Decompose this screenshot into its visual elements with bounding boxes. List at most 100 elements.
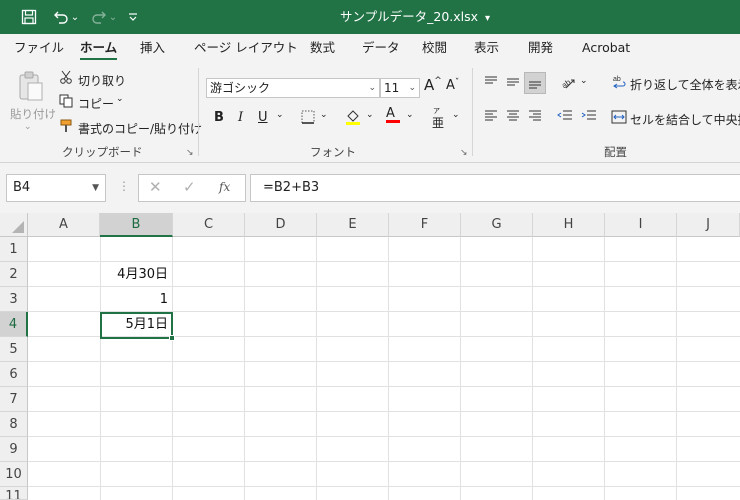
copy-button[interactable]: コピー: [78, 95, 114, 112]
tab-view[interactable]: 表示: [474, 34, 499, 62]
wrap-text-button[interactable]: 折り返して全体を表示す: [630, 76, 740, 93]
format-painter-button[interactable]: 書式のコピー/貼り付け: [78, 120, 202, 137]
column-header-a[interactable]: A: [28, 213, 100, 237]
bold-button[interactable]: B: [214, 110, 224, 125]
tab-review[interactable]: 校閲: [422, 34, 447, 62]
row-header-2[interactable]: 2: [0, 262, 28, 287]
undo-icon[interactable]: [50, 0, 72, 34]
formula-bar: B4 ▼ ⋮ ✕ ✓ fx =B2+B3: [0, 163, 740, 213]
chevron-down-icon[interactable]: ▼: [92, 175, 99, 201]
gridline: [28, 411, 740, 412]
column-header-h[interactable]: H: [533, 213, 605, 237]
orientation-icon[interactable]: ab: [558, 74, 578, 94]
column-header-e[interactable]: E: [317, 213, 389, 237]
align-right-icon[interactable]: [526, 110, 544, 126]
row-header-9[interactable]: 9: [0, 437, 28, 462]
merge-center-button[interactable]: セルを結合して中央揃え: [630, 111, 740, 128]
orientation-dropdown-icon[interactable]: ⌄: [580, 76, 588, 86]
formula-bar-grip-icon[interactable]: ⋮: [118, 179, 130, 193]
column-header-c[interactable]: C: [173, 213, 245, 237]
merge-center-icon[interactable]: [610, 110, 628, 128]
font-color-button[interactable]: A: [386, 106, 400, 123]
grow-font-button[interactable]: A^: [424, 76, 442, 94]
shrink-font-button[interactable]: Aˇ: [446, 78, 459, 93]
align-bottom-icon[interactable]: [524, 72, 546, 94]
ribbon: 貼り付け ⌄ 切り取り コピー ⌄ 書式のコピー/貼り付け クリップボード ↘ …: [0, 62, 740, 163]
phonetic-dropdown-icon[interactable]: ⌄: [452, 110, 460, 120]
column-header-i[interactable]: I: [605, 213, 677, 237]
tab-file[interactable]: ファイル: [14, 34, 64, 62]
format-painter-icon[interactable]: [58, 119, 74, 137]
name-box-value: B4: [13, 180, 31, 195]
borders-dropdown-icon[interactable]: ⌄: [320, 110, 328, 120]
tab-data[interactable]: データ: [362, 34, 400, 62]
select-all-corner[interactable]: [0, 213, 28, 237]
caret-down-icon: ˇ: [454, 78, 460, 88]
row-header-6[interactable]: 6: [0, 362, 28, 387]
copy-dropdown-icon[interactable]: ⌄: [116, 94, 124, 104]
column-header-j[interactable]: J: [677, 213, 740, 237]
phonetic-button[interactable]: ア亜: [432, 108, 444, 131]
column-header-g[interactable]: G: [461, 213, 533, 237]
ribbon-tabs: ファイル ホーム 挿入 ページ レイアウト 数式 データ 校閲 表示 開発 Ac…: [0, 34, 740, 62]
fill-color-dropdown-icon[interactable]: ⌄: [366, 110, 374, 120]
customize-qat-icon[interactable]: [124, 0, 142, 34]
row-header-5[interactable]: 5: [0, 337, 28, 362]
tab-insert[interactable]: 挿入: [140, 34, 165, 62]
row-header-1[interactable]: 1: [0, 237, 28, 262]
column-header-b[interactable]: B: [100, 213, 173, 237]
decrease-indent-icon[interactable]: [556, 110, 574, 126]
tab-home[interactable]: ホーム: [80, 34, 118, 62]
row-header-4[interactable]: 4: [0, 312, 28, 337]
tab-developer[interactable]: 開発: [528, 34, 553, 62]
font-color-dropdown-icon[interactable]: ⌄: [406, 110, 414, 120]
cut-button[interactable]: 切り取り: [78, 72, 126, 89]
undo-dropdown-icon[interactable]: ⌄: [70, 0, 80, 34]
row-header-7[interactable]: 7: [0, 387, 28, 412]
italic-button[interactable]: I: [238, 110, 243, 125]
font-name-combo[interactable]: 游ゴシック ⌄: [206, 78, 380, 98]
row-header-8[interactable]: 8: [0, 412, 28, 437]
row-header-3[interactable]: 3: [0, 287, 28, 312]
font-name-value: 游ゴシック: [210, 81, 271, 95]
row-header-11[interactable]: 11: [0, 487, 28, 500]
font-size-combo[interactable]: 11 ⌄: [380, 78, 420, 98]
column-header-d[interactable]: D: [245, 213, 317, 237]
fill-color-swatch: [346, 122, 360, 125]
name-box[interactable]: B4 ▼: [6, 174, 106, 202]
chevron-down-icon[interactable]: ⌄: [368, 79, 376, 97]
title-dropdown-icon[interactable]: ▾: [485, 13, 490, 24]
chevron-down-icon[interactable]: ⌄: [408, 79, 416, 97]
save-icon[interactable]: [16, 0, 42, 34]
align-center-icon[interactable]: [504, 110, 522, 126]
tab-acrobat[interactable]: Acrobat: [582, 34, 630, 62]
copy-icon[interactable]: [58, 94, 74, 112]
gridline: [28, 436, 740, 437]
tab-page-layout[interactable]: ページ レイアウト: [194, 34, 298, 62]
font-launcher-icon[interactable]: ↘: [460, 148, 468, 158]
clipboard-launcher-icon[interactable]: ↘: [186, 148, 194, 158]
increase-indent-icon[interactable]: [580, 110, 598, 126]
fill-handle[interactable]: [169, 335, 175, 341]
enter-icon: ✓: [183, 178, 196, 196]
insert-function-icon[interactable]: fx: [219, 180, 230, 194]
fill-color-icon[interactable]: [344, 108, 362, 130]
cut-icon[interactable]: [58, 70, 74, 88]
align-top-icon[interactable]: [482, 76, 500, 92]
column-header-f[interactable]: F: [389, 213, 461, 237]
cell-b2[interactable]: 4月30日: [100, 262, 172, 287]
svg-text:ab: ab: [613, 76, 621, 83]
title-bar: ⌄ ⌄ サンプルデータ_20.xlsx ▾: [0, 0, 740, 34]
worksheet-grid[interactable]: A B C D E F G H I J 1 2 3 4 5 6 7 8 9 10…: [0, 213, 740, 500]
borders-icon[interactable]: [300, 110, 316, 128]
align-left-icon[interactable]: [482, 110, 500, 126]
cell-b3[interactable]: 1: [100, 287, 172, 312]
row-header-10[interactable]: 10: [0, 462, 28, 487]
underline-dropdown-icon[interactable]: ⌄: [276, 110, 284, 120]
formula-input[interactable]: =B2+B3: [250, 174, 740, 202]
tab-formulas[interactable]: 数式: [310, 34, 335, 62]
underline-button[interactable]: U: [258, 110, 268, 125]
wrap-text-icon[interactable]: ab: [612, 74, 628, 94]
align-middle-icon[interactable]: [504, 76, 522, 92]
grow-font-label: A: [424, 76, 435, 94]
